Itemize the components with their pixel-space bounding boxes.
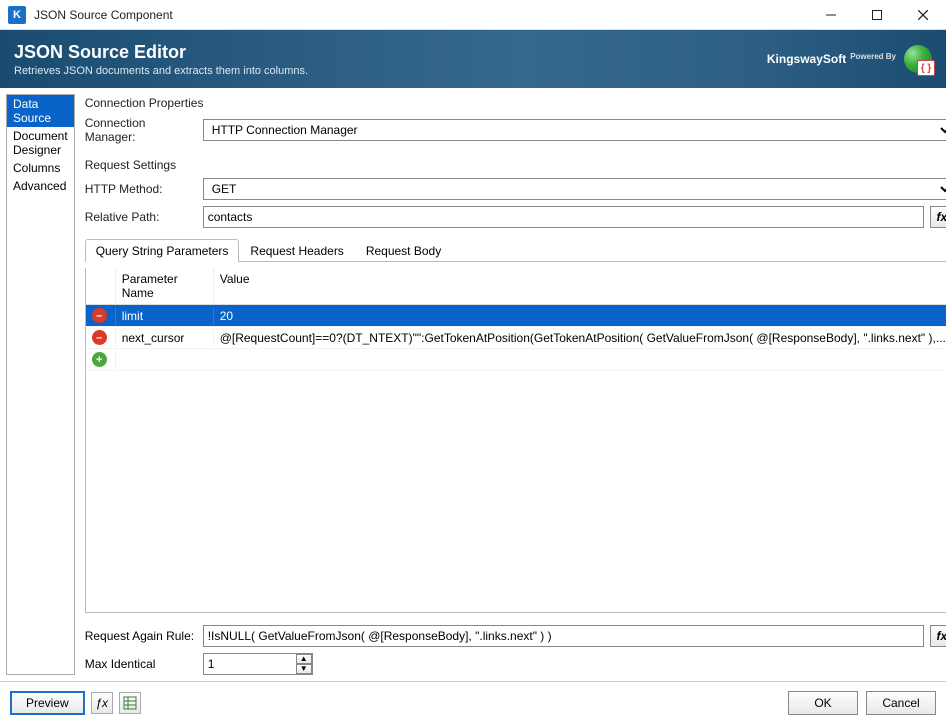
close-button[interactable] <box>900 0 946 30</box>
spin-down-button[interactable]: ▼ <box>296 664 312 674</box>
table-row[interactable]: – next_cursor @[RequestCount]==0?(DT_NTE… <box>86 327 946 349</box>
minus-icon: – <box>92 308 107 323</box>
connection-properties-title: Connection Properties <box>85 96 946 110</box>
tab-request-headers[interactable]: Request Headers <box>239 239 354 262</box>
relative-path-label: Relative Path: <box>85 210 197 224</box>
request-again-label: Request Again Rule: <box>85 629 197 643</box>
params-table-header: Parameter Name Value <box>86 268 946 305</box>
tab-query-string-parameters[interactable]: Query String Parameters <box>85 239 240 262</box>
param-value-cell[interactable]: @[RequestCount]==0?(DT_NTEXT)"":GetToken… <box>214 329 946 347</box>
fx-tool-button[interactable]: ƒx <box>91 692 113 714</box>
request-again-input[interactable] <box>203 625 924 647</box>
table-row[interactable]: – limit 20 <box>86 305 946 327</box>
powered-by-label: Powered By <box>850 52 896 61</box>
tab-request-body[interactable]: Request Body <box>355 239 452 262</box>
col-action <box>86 268 116 304</box>
param-name-cell[interactable]: limit <box>116 307 214 325</box>
relative-path-fx-button[interactable]: fx <box>930 206 946 228</box>
minimize-button[interactable] <box>808 0 854 30</box>
minus-icon: – <box>92 330 107 345</box>
close-icon <box>918 10 928 20</box>
maximize-button[interactable] <box>854 0 900 30</box>
cancel-button[interactable]: Cancel <box>866 691 936 715</box>
http-method-label: HTTP Method: <box>85 182 197 196</box>
sidebar: Data Source Document Designer Columns Ad… <box>6 94 75 675</box>
titlebar: K JSON Source Component <box>0 0 946 30</box>
brand-name: KingswaySoft <box>767 52 846 66</box>
row-add-button[interactable]: + <box>86 350 116 370</box>
plus-icon: + <box>92 352 107 367</box>
app-icon: K <box>8 6 26 24</box>
maximize-icon <box>872 10 882 20</box>
request-again-fx-button[interactable]: fx <box>930 625 946 647</box>
json-globe-icon <box>904 45 932 73</box>
connection-manager-label: Connection Manager: <box>85 116 197 144</box>
http-method-select[interactable]: GET <box>203 178 946 200</box>
header-banner: JSON Source Editor Retrieves JSON docume… <box>0 30 946 88</box>
relative-path-input[interactable] <box>203 206 924 228</box>
connection-manager-select[interactable]: HTTP Connection Manager <box>203 119 946 141</box>
page-subtitle: Retrieves JSON documents and extracts th… <box>14 65 308 77</box>
param-name-cell[interactable]: next_cursor <box>116 329 214 347</box>
page-title: JSON Source Editor <box>14 42 308 63</box>
ok-button[interactable]: OK <box>788 691 858 715</box>
sidebar-item-document-designer[interactable]: Document Designer <box>7 127 74 159</box>
row-delete-button[interactable]: – <box>86 328 116 348</box>
content-area: Connection Properties Connection Manager… <box>75 88 946 681</box>
preview-button[interactable]: Preview <box>10 691 85 715</box>
request-settings-title: Request Settings <box>85 158 946 172</box>
request-tabs: Query String Parameters Request Headers … <box>85 238 946 262</box>
bottom-toolbar: Preview ƒx OK Cancel <box>0 681 946 723</box>
designer-tool-button[interactable] <box>119 692 141 714</box>
sidebar-item-advanced[interactable]: Advanced <box>7 177 74 195</box>
fx-icon: ƒx <box>95 696 108 710</box>
params-table: Parameter Name Value – limit 20 – next_c… <box>85 268 946 613</box>
spin-up-button[interactable]: ▲ <box>296 654 312 664</box>
sidebar-item-data-source[interactable]: Data Source <box>7 95 74 127</box>
row-delete-button[interactable]: – <box>86 306 116 326</box>
max-identical-label: Max Identical <box>85 657 197 671</box>
brand-logo: KingswaySoft Powered By <box>767 52 896 67</box>
window-title: JSON Source Component <box>34 8 808 22</box>
max-identical-stepper[interactable]: ▲ ▼ <box>203 653 313 675</box>
param-value-cell[interactable]: 20 <box>214 307 946 325</box>
minimize-icon <box>826 10 836 20</box>
col-value: Value <box>214 268 946 304</box>
grid-icon <box>123 696 137 710</box>
table-row-add[interactable]: + <box>86 349 946 371</box>
col-parameter-name: Parameter Name <box>116 268 214 304</box>
sidebar-item-columns[interactable]: Columns <box>7 159 74 177</box>
